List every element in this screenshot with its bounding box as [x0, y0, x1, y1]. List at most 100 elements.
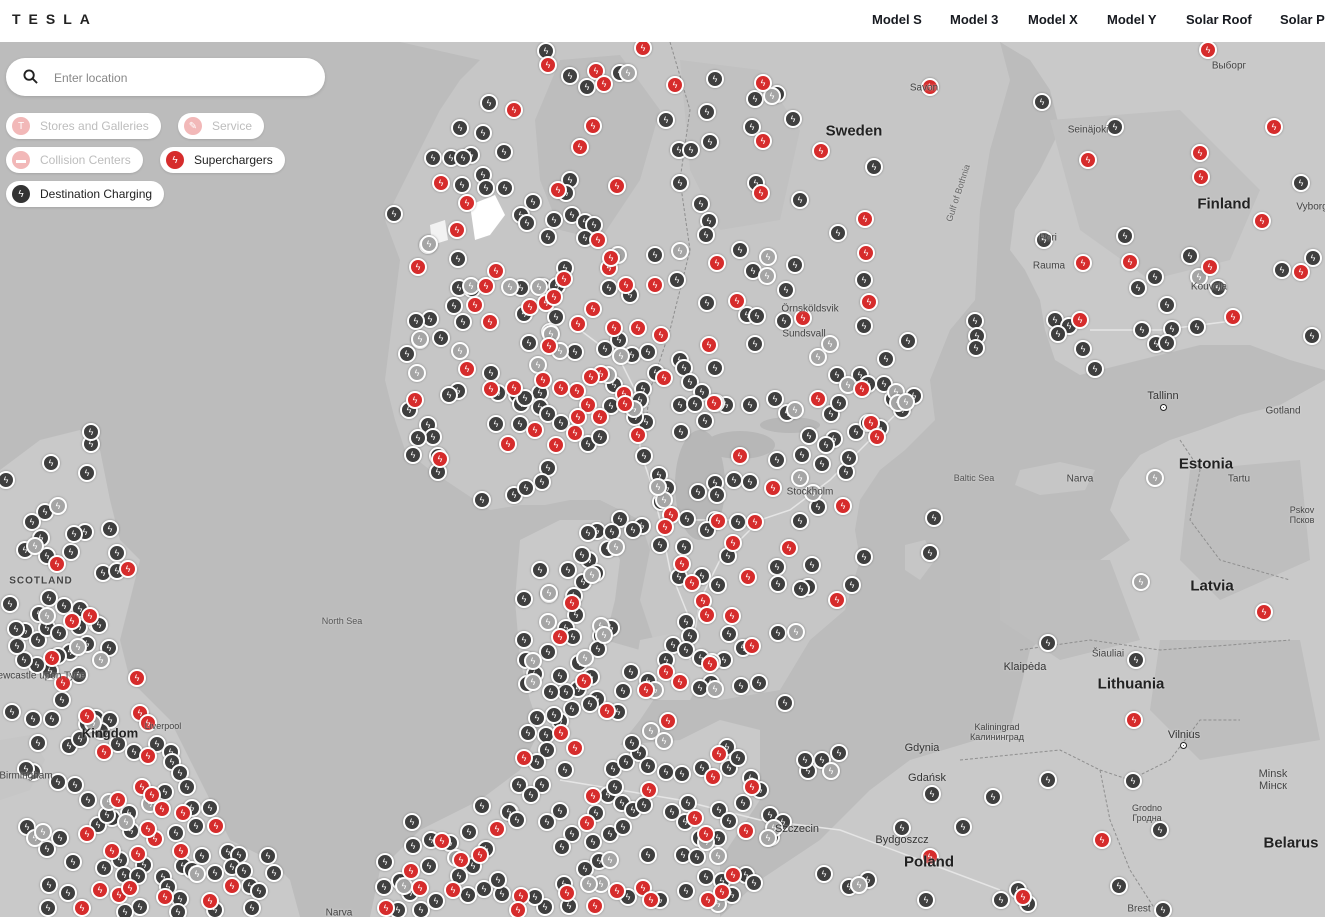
destination-charger-pin[interactable]: ϟ [40, 876, 58, 894]
destination-charger-pin[interactable]: ϟ [776, 694, 794, 712]
destination-charger-pin[interactable]: ϟ [1273, 261, 1291, 279]
supercharger-pin[interactable]: ϟ [586, 897, 604, 915]
destination-charger-pin[interactable]: ϟ [101, 520, 119, 538]
destination-charger-pin[interactable]: ϟ [925, 509, 943, 527]
destination-charger-pin[interactable]: ϟ [169, 903, 187, 917]
destination-charger-pin[interactable]: ϟ [579, 524, 597, 542]
destination-charger-pin[interactable]: ϟ [732, 677, 750, 695]
supercharger-pin[interactable]: ϟ [431, 450, 449, 468]
destination-charger-pin[interactable]: ϟ [1110, 877, 1128, 895]
destination-charger-pin[interactable]: ϟ [167, 824, 185, 842]
supercharger-pin[interactable]: ϟ [591, 408, 609, 426]
destination-charger-pin[interactable]: ϟ [803, 556, 821, 574]
destination-charger-pin[interactable]: ϟ [1303, 327, 1321, 345]
destination-charger-pin[interactable]: ϟ [769, 575, 787, 593]
destination-charger-pin[interactable]: ϟ [992, 891, 1010, 909]
destination-charger-pin[interactable]: ϟ [508, 811, 526, 829]
destination-charger-pin[interactable]: ϟ [250, 882, 268, 900]
destination-charger-pin[interactable]: ϟ [409, 429, 427, 447]
destination-charger-pin[interactable]: ϟ [729, 749, 747, 767]
supercharger-pin[interactable]: ϟ [809, 390, 827, 408]
supercharger-pin[interactable]: ϟ [103, 842, 121, 860]
charger-pin-unavailable[interactable]: ϟ [92, 651, 110, 669]
destination-charger-pin[interactable]: ϟ [750, 674, 768, 692]
destination-charger-pin[interactable]: ϟ [82, 423, 100, 441]
supercharger-pin[interactable]: ϟ [673, 555, 691, 573]
supercharger-pin[interactable]: ϟ [582, 368, 600, 386]
destination-charger-pin[interactable]: ϟ [474, 124, 492, 142]
destination-charger-pin[interactable]: ϟ [584, 833, 602, 851]
supercharger-pin[interactable]: ϟ [81, 607, 99, 625]
destination-charger-pin[interactable]: ϟ [473, 797, 491, 815]
destination-charger-pin[interactable]: ϟ [64, 853, 82, 871]
charger-pin-unavailable[interactable]: ϟ [539, 613, 557, 631]
supercharger-pin[interactable]: ϟ [698, 606, 716, 624]
supercharger-pin[interactable]: ϟ [569, 408, 587, 426]
supercharger-pin[interactable]: ϟ [119, 560, 137, 578]
supercharger-pin[interactable]: ϟ [1191, 144, 1209, 162]
supercharger-pin[interactable]: ϟ [743, 637, 761, 655]
destination-charger-pin[interactable]: ϟ [606, 778, 624, 796]
destination-charger-pin[interactable]: ϟ [1049, 325, 1067, 343]
supercharger-pin[interactable]: ϟ [505, 379, 523, 397]
supercharger-pin[interactable]: ϟ [743, 778, 761, 796]
supercharger-pin[interactable]: ϟ [432, 174, 450, 192]
supercharger-pin[interactable]: ϟ [739, 568, 757, 586]
charger-pin-unavailable[interactable]: ϟ [451, 342, 469, 360]
destination-charger-pin[interactable]: ϟ [591, 428, 609, 446]
charger-pin-unavailable[interactable]: ϟ [26, 537, 44, 555]
destination-charger-pin[interactable]: ϟ [855, 317, 873, 335]
destination-charger-pin[interactable]: ϟ [454, 313, 472, 331]
destination-charger-pin[interactable]: ϟ [623, 734, 641, 752]
destination-charger-pin[interactable]: ϟ [398, 345, 416, 363]
supercharger-pin[interactable]: ϟ [551, 628, 569, 646]
supercharger-pin[interactable]: ϟ [63, 612, 81, 630]
charger-pin-unavailable[interactable]: ϟ [501, 278, 519, 296]
destination-charger-pin[interactable]: ϟ [709, 576, 727, 594]
charger-pin-unavailable[interactable]: ϟ [524, 652, 542, 670]
charger-pin-unavailable[interactable]: ϟ [897, 393, 915, 411]
destination-charger-pin[interactable]: ϟ [697, 226, 715, 244]
charger-pin-unavailable[interactable]: ϟ [188, 865, 206, 883]
filter-collision-centers[interactable]: ▬ Collision Centers [6, 147, 143, 173]
supercharger-pin[interactable]: ϟ [584, 300, 602, 318]
supercharger-pin[interactable]: ϟ [857, 244, 875, 262]
destination-charger-pin[interactable]: ϟ [696, 412, 714, 430]
charger-pin-unavailable[interactable]: ϟ [49, 497, 67, 515]
supercharger-pin[interactable]: ϟ [526, 421, 544, 439]
supercharger-pin[interactable]: ϟ [666, 76, 684, 94]
destination-charger-pin[interactable]: ϟ [1158, 296, 1176, 314]
destination-charger-pin[interactable]: ϟ [746, 90, 764, 108]
supercharger-pin[interactable]: ϟ [589, 231, 607, 249]
supercharger-pin[interactable]: ϟ [402, 862, 420, 880]
destination-charger-pin[interactable]: ϟ [581, 695, 599, 713]
destination-charger-pin[interactable]: ϟ [855, 271, 873, 289]
destination-charger-pin[interactable]: ϟ [407, 312, 425, 330]
charger-pin-unavailable[interactable]: ϟ [576, 649, 594, 667]
supercharger-pin[interactable]: ϟ [834, 497, 852, 515]
supercharger-pin[interactable]: ϟ [752, 184, 770, 202]
destination-charger-pin[interactable]: ϟ [877, 350, 895, 368]
destination-charger-pin[interactable]: ϟ [29, 734, 47, 752]
destination-charger-pin[interactable]: ϟ [480, 94, 498, 112]
supercharger-pin[interactable]: ϟ [73, 899, 91, 917]
charger-pin-unavailable[interactable]: ϟ [1146, 469, 1164, 487]
destination-charger-pin[interactable]: ϟ [40, 589, 58, 607]
destination-charger-pin[interactable]: ϟ [78, 464, 96, 482]
destination-charger-pin[interactable]: ϟ [706, 70, 724, 88]
supercharger-pin[interactable]: ϟ [724, 866, 742, 884]
supercharger-pin[interactable]: ϟ [656, 518, 674, 536]
destination-charger-pin[interactable]: ϟ [477, 179, 495, 197]
destination-charger-pin[interactable]: ϟ [473, 491, 491, 509]
nav-model-y[interactable]: Model Y [1107, 12, 1157, 27]
destination-charger-pin[interactable]: ϟ [734, 794, 752, 812]
supercharger-pin[interactable]: ϟ [1121, 253, 1139, 271]
supercharger-pin[interactable]: ϟ [505, 101, 523, 119]
supercharger-pin[interactable]: ϟ [754, 132, 772, 150]
destination-charger-pin[interactable]: ϟ [917, 891, 935, 909]
destination-charger-pin[interactable]: ϟ [551, 667, 569, 685]
destination-charger-pin[interactable]: ϟ [624, 521, 642, 539]
charger-pin-unavailable[interactable]: ϟ [420, 235, 438, 253]
supercharger-pin[interactable]: ϟ [128, 669, 146, 687]
destination-charger-pin[interactable]: ϟ [954, 818, 972, 836]
